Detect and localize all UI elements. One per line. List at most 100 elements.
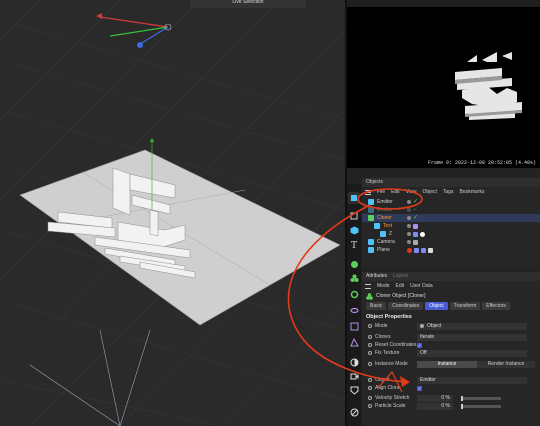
instance-mode-segmented: Instance Render Instance [417,360,535,368]
keyframe-icon[interactable] [368,362,372,366]
menu-user-data[interactable]: User Data [410,283,433,289]
generator-icon[interactable] [348,336,360,348]
menu-tags[interactable]: Tags [443,189,454,195]
keyframe-icon[interactable] [368,378,372,382]
objects-panel-title: Objects [362,178,540,187]
mograph-cloner-icon[interactable] [348,258,360,270]
field-icon[interactable] [348,320,360,332]
viewport-3d[interactable]: Live Selection [0,0,345,426]
object-row-emitter[interactable]: Emitter ✓ [362,198,540,206]
menu-edit[interactable]: Edit [391,189,400,195]
layer-dot[interactable] [407,240,411,244]
prop-mode: Mode Object [362,322,540,330]
extrude-icon [380,231,386,237]
fix-texture-dropdown[interactable]: Off [417,349,527,357]
material-tag-icon[interactable] [413,231,418,237]
menu-bookmarks[interactable]: Bookmarks [459,189,484,195]
keyframe-icon[interactable] [368,404,372,408]
layer-dot[interactable] [407,200,411,204]
object-row-z[interactable]: Z [362,230,540,238]
object-mode-icon [420,324,424,328]
subtab-effectors[interactable]: Effectors [482,302,510,310]
tab-attributes[interactable]: Attributes [366,272,387,281]
material-tag-icon[interactable] [421,247,426,253]
hamburger-menu-icon[interactable] [365,189,371,195]
material-tag-icon[interactable] [414,247,419,253]
align-clone-checkbox[interactable]: ✓ [417,385,422,391]
enabled-check-icon[interactable]: ✓ [413,215,418,221]
object-row-emitter-faded[interactable]: Emitter ✓ [362,206,540,214]
tag-icon[interactable] [413,223,418,229]
effector-icon[interactable] [348,288,360,300]
cloner-icon [366,292,373,300]
cloner-icon [368,215,374,221]
keyframe-icon[interactable] [368,335,372,339]
enabled-check-icon[interactable]: ✓ [413,207,418,213]
layer-dot[interactable] [407,232,411,236]
prop-object: Object Emitter [362,376,540,384]
preview-render [455,52,522,120]
keyframe-icon[interactable] [368,324,372,328]
object-link-field[interactable]: Emitter [417,376,527,384]
attributes-tabs: Attributes Layers [362,272,540,281]
velocity-stretch-field[interactable]: 0 % [417,394,453,402]
menu-view[interactable]: View [406,189,417,195]
prop-clones: Clones Iterate [362,333,540,341]
section-title: Object Properties [366,314,412,320]
emitter-icon [368,207,374,213]
light-icon[interactable] [348,356,360,368]
prop-particle-scale: Particle Scale 0 % [362,402,540,410]
subtab-coordinates[interactable]: Coordinates [388,302,424,310]
3d-cube-icon[interactable] [348,224,360,236]
spline-rectangle-icon[interactable] [348,210,360,222]
keyframe-icon[interactable] [368,351,372,355]
objects-menubar: File Edit View Object Tags Bookmarks [362,188,540,196]
object-title: Cloner Object [Cloner] [366,292,425,300]
pen-tool-icon[interactable] [348,406,360,418]
checker-tag-icon[interactable] [428,247,433,253]
material-sphere-icon[interactable] [420,231,425,237]
red-tag-icon[interactable] [407,247,412,253]
floor-icon[interactable] [348,384,360,396]
text-tool-icon[interactable]: T [348,238,360,250]
clones-dropdown[interactable]: Iterate [417,333,527,341]
camera-tag-icon[interactable] [413,239,418,245]
frame-info: Frame 0: 2022-12-08 20:52:05 (4.40s) [427,160,536,166]
keyframe-icon[interactable] [368,386,372,390]
subtab-transform[interactable]: Transform [449,302,481,310]
menu-edit[interactable]: Edit [396,283,405,289]
objects-panel: Objects File Edit View Object Tags Bookm… [362,178,540,268]
particle-scale-slider[interactable] [461,403,501,409]
tool-strip: T [347,184,361,426]
cube-primitive-icon[interactable] [348,192,360,204]
keyframe-icon[interactable] [368,343,372,347]
object-row-plane[interactable]: Plane [362,246,540,254]
layer-dot[interactable] [407,208,411,212]
render-instance-option[interactable]: Render Instance [477,360,535,368]
enabled-check-icon[interactable]: ✓ [413,199,418,205]
layer-dot[interactable] [407,224,411,228]
menu-object[interactable]: Object [422,189,436,195]
object-row-camera[interactable]: Camera [362,238,540,246]
layer-dot[interactable] [407,216,411,220]
emitter-icon [368,199,374,205]
mograph-group-icon[interactable] [348,272,360,284]
menu-file[interactable]: File [377,189,385,195]
particle-scale-field[interactable]: 0 % [417,402,453,410]
subtab-object[interactable]: Object [425,302,448,310]
menu-mode[interactable]: Mode [377,283,390,289]
tab-layers[interactable]: Layers [393,272,408,281]
deformer-icon[interactable] [348,304,360,316]
object-row-text[interactable]: Text [362,222,540,230]
hamburger-menu-icon[interactable] [365,283,371,289]
camera-tool-icon[interactable] [348,370,360,382]
velocity-stretch-slider[interactable] [461,395,501,401]
viewport-mode-label[interactable]: Live Selection [190,0,306,8]
text-object-icon [374,223,380,229]
mode-dropdown[interactable]: Object [417,322,527,330]
reset-coordinates-checkbox[interactable]: ✓ [417,342,422,348]
object-row-cloner[interactable]: Cloner ✓ [362,214,540,222]
keyframe-icon[interactable] [368,396,372,400]
subtab-basic[interactable]: Basic [366,302,387,310]
instance-option[interactable]: Instance [417,360,477,368]
